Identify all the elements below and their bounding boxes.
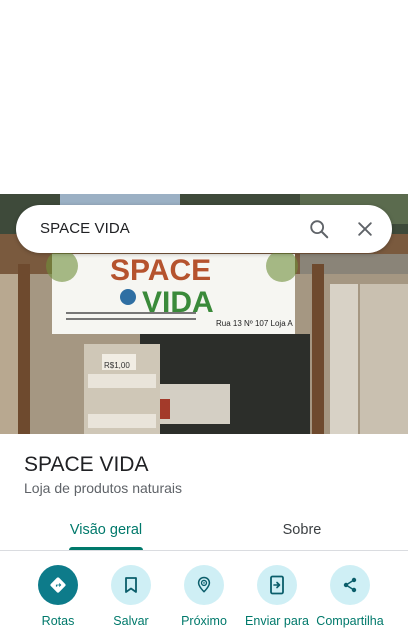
directions-button[interactable]: Rotas: [18, 565, 98, 628]
sign-bottom-text: VIDA: [142, 286, 214, 319]
sign-top-text: SPACE: [110, 254, 211, 287]
place-category[interactable]: Loja de produtos naturais: [24, 480, 182, 496]
close-icon: [358, 222, 372, 236]
map-blank-area: [0, 0, 408, 194]
send-to-phone-icon: [270, 575, 284, 595]
nearby-button[interactable]: Próximo: [164, 565, 244, 628]
directions-button-circle: [38, 565, 78, 605]
share-label: Compartilha: [316, 614, 384, 628]
send-to-phone-button[interactable]: Enviar para: [237, 565, 317, 628]
search-input[interactable]: SPACE VIDA: [40, 220, 130, 237]
directions-label: Rotas: [41, 614, 75, 628]
price-tag-text: R$1,00: [104, 361, 130, 370]
clear-search-button[interactable]: [350, 214, 380, 244]
search-bar[interactable]: SPACE VIDA: [16, 205, 392, 253]
tab-about[interactable]: Sobre: [232, 508, 372, 551]
share-icon: [343, 577, 357, 593]
save-label: Salvar: [113, 614, 149, 628]
save-button-circle: [111, 565, 151, 605]
nearby-icon: [197, 576, 211, 593]
place-title: SPACE VIDA: [24, 453, 149, 476]
share-button-circle: [330, 565, 370, 605]
tab-overview[interactable]: Visão geral: [36, 508, 176, 551]
search-button[interactable]: [304, 214, 334, 244]
sign-address-text: Rua 13 Nº 107 Loja A: [216, 319, 293, 328]
send-to-phone-label: Enviar para: [245, 614, 309, 628]
bookmark-icon: [125, 577, 137, 593]
share-button[interactable]: Compartilha: [310, 565, 390, 628]
search-icon: [310, 220, 329, 239]
directions-icon: [50, 577, 66, 593]
active-tab-indicator: [69, 547, 143, 550]
save-button[interactable]: Salvar: [91, 565, 171, 628]
send-to-phone-button-circle: [257, 565, 297, 605]
nearby-label: Próximo: [181, 614, 227, 628]
nearby-button-circle: [184, 565, 224, 605]
place-tabs: Visão geral Sobre: [0, 508, 408, 551]
